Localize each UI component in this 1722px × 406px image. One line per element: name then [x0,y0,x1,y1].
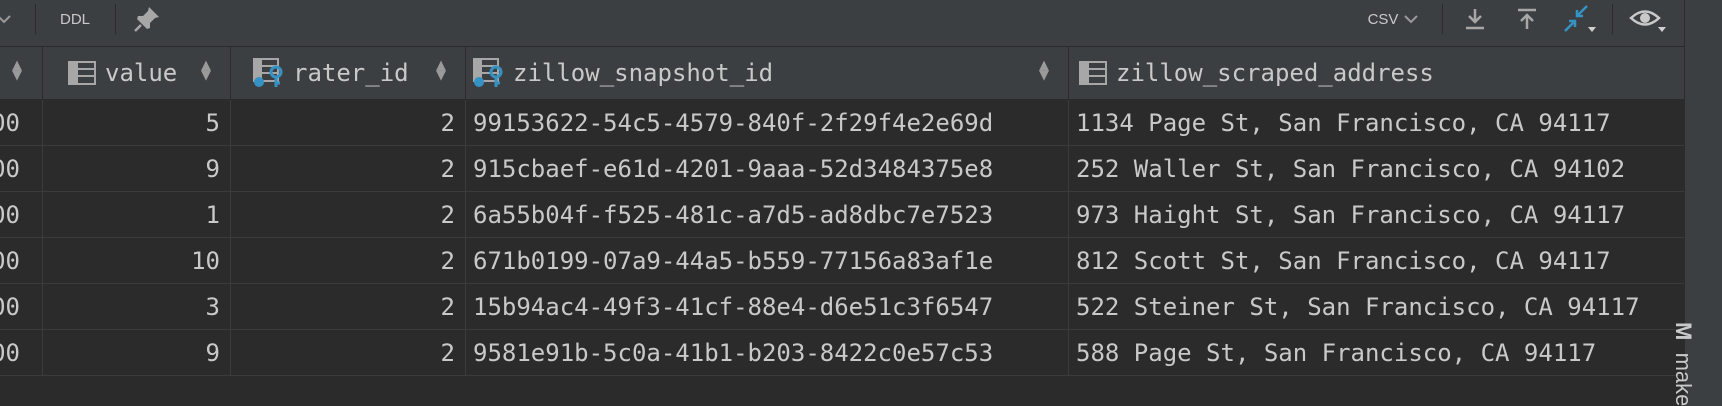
table-cell[interactable]: 1 [43,192,231,237]
table-cell[interactable]: 00 [0,100,43,145]
table-cell[interactable]: 10 [43,238,231,283]
table-cell[interactable]: 99153622-54c5-4579-840f-2f29f4e2e69d [466,100,1069,145]
column-header-label: zillow_scraped_address [1116,59,1434,87]
side-panel-tab-icon-label: M [1671,322,1696,341]
table-row[interactable]: 00 5 2 99153622-54c5-4579-840f-2f29f4e2e… [0,100,1684,146]
foreign-key-column-icon [473,58,503,87]
table-cell[interactable]: 3 [43,284,231,329]
table-cell[interactable]: 812 Scott St, San Francisco, CA 94117 [1069,238,1684,283]
table-cell[interactable]: 2 [231,100,466,145]
foreign-key-column-icon [253,58,283,87]
table-row[interactable]: 00 1 2 6a55b04f-f525-481c-a7d5-ad8dbc7e7… [0,192,1684,238]
toolbar: DDL CSV [0,0,1684,47]
column-icon [1079,61,1107,85]
chevron-down-icon [1404,15,1419,24]
sort-icon[interactable]: ▲ ▼ [1039,59,1049,82]
table-cell[interactable]: 00 [0,330,43,375]
table-cell[interactable]: 9581e91b-5c0a-41b1-b203-8422c0e57c53 [466,330,1069,375]
sort-icon[interactable]: ▲ ▼ [436,59,446,82]
chevron-down-icon[interactable] [0,0,14,38]
table-cell[interactable]: 671b0199-07a9-44a5-b559-77156a83af1e [466,238,1069,283]
column-icon [68,61,96,85]
toolbar-divider [1612,4,1613,34]
table-header: ▲ ▼ value ▲ ▼ rater_id ▲ ▼ zillow_snapsh… [0,47,1684,100]
export-format-select[interactable]: CSV [1358,0,1428,38]
table-cell[interactable]: 9 [43,146,231,191]
column-header-label: zillow_snapshot_id [513,59,774,87]
table-row[interactable]: 00 3 2 15b94ac4-49f3-41cf-88e4-d6e51c3f6… [0,284,1684,330]
table-cell[interactable]: 2 [231,330,466,375]
table-cell[interactable]: 252 Waller St, San Francisco, CA 94102 [1069,146,1684,191]
table-cell[interactable]: 00 [0,192,43,237]
pin-icon[interactable] [128,0,166,38]
side-panel-tab[interactable]: M make [1670,322,1696,406]
table-row[interactable]: 00 9 2 9581e91b-5c0a-41b1-b203-8422c0e57… [0,330,1684,376]
table-cell[interactable]: 522 Steiner St, San Francisco, CA 94117 [1069,284,1684,329]
toolbar-divider [35,4,36,34]
toolbar-divider [1442,4,1443,34]
table-cell[interactable]: 00 [0,238,43,283]
ddl-button[interactable]: DDL [50,0,100,38]
column-header-value[interactable]: value ▲ ▼ [43,47,231,99]
table-cell[interactable]: 15b94ac4-49f3-41cf-88e4-d6e51c3f6547 [466,284,1069,329]
toolbar-divider [115,4,116,34]
eye-icon[interactable] [1626,0,1670,38]
table-cell[interactable]: 00 [0,146,43,191]
table-cell[interactable]: 2 [231,284,466,329]
table-cell[interactable]: 9 [43,330,231,375]
sort-icon[interactable]: ▲ ▼ [201,59,211,82]
column-header-zillow-scraped-address[interactable]: zillow_scraped_address [1069,47,1684,99]
table-cell[interactable]: 973 Haight St, San Francisco, CA 94117 [1069,192,1684,237]
table-row[interactable]: 00 9 2 915cbaef-e61d-4201-9aaa-52d348437… [0,146,1684,192]
table-cell[interactable]: 5 [43,100,231,145]
column-header-zillow-snapshot-id[interactable]: zillow_snapshot_id ▲ ▼ [466,47,1069,99]
table-row[interactable]: 00 10 2 671b0199-07a9-44a5-b559-77156a83… [0,238,1684,284]
download-icon[interactable] [1456,0,1494,38]
table-cell[interactable]: 1134 Page St, San Francisco, CA 94117 [1069,100,1684,145]
table-cell[interactable]: 00 [0,284,43,329]
column-header-label: rater_id [293,59,409,87]
table-cell[interactable]: 2 [231,238,466,283]
table-cell[interactable]: 2 [231,192,466,237]
upload-icon[interactable] [1508,0,1546,38]
table-cell[interactable]: 6a55b04f-f525-481c-a7d5-ad8dbc7e7523 [466,192,1069,237]
sort-icon[interactable]: ▲ ▼ [12,59,22,82]
table-cell[interactable]: 2 [231,146,466,191]
side-panel-tab-label: make [1671,352,1696,406]
column-header-partial[interactable]: ▲ ▼ [0,47,43,99]
column-header-label: value [105,59,178,87]
compare-icon[interactable] [1560,0,1600,38]
table-cell[interactable]: 915cbaef-e61d-4201-9aaa-52d3484375e8 [466,146,1069,191]
table-cell[interactable]: 588 Page St, San Francisco, CA 94117 [1069,330,1684,375]
column-header-rater-id[interactable]: rater_id ▲ ▼ [231,47,466,99]
export-format-label: CSV [1367,10,1399,28]
